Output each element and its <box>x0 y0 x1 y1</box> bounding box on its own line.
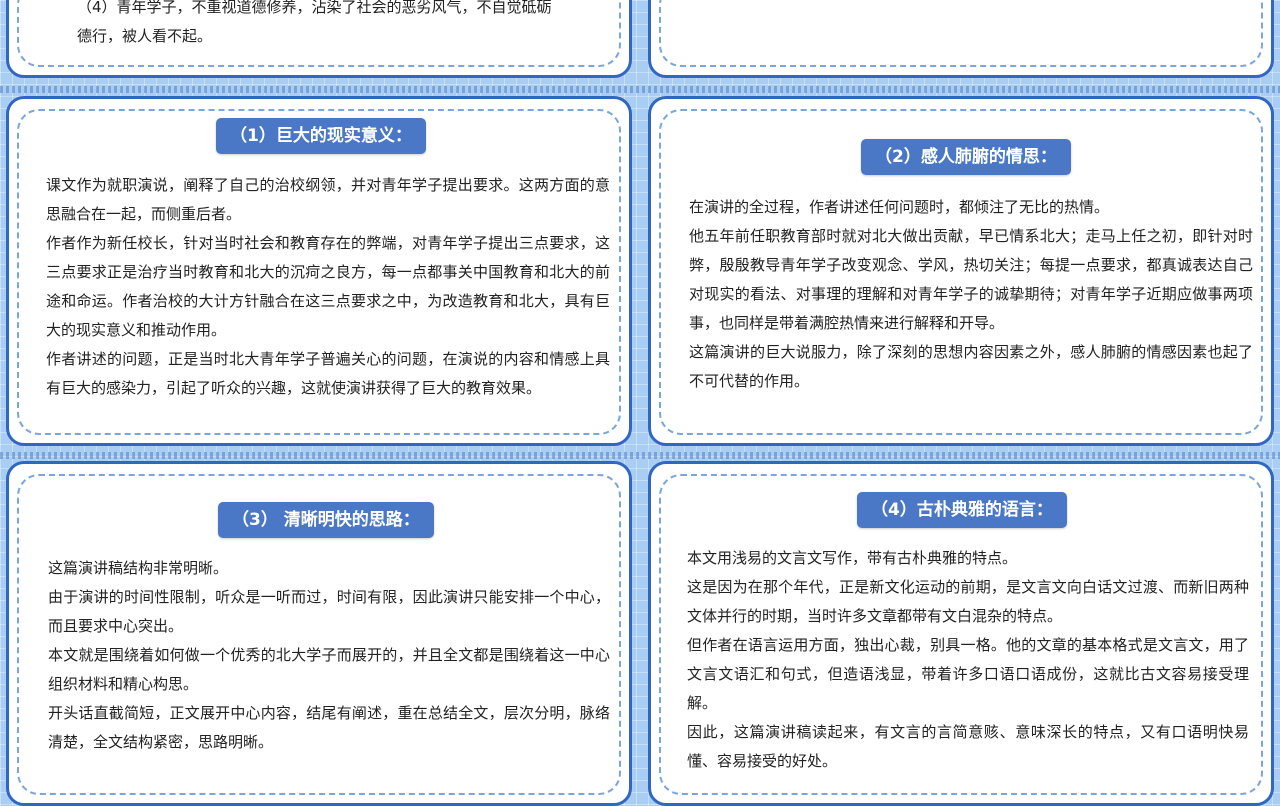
card-title: （2）感人肺腑的情思： <box>861 139 1071 175</box>
paragraph: 本文用浅易的文言文写作，带有古朴典雅的特点。 <box>687 549 1018 567</box>
partial-line: （4）青年学子，不重视道德修养，沾染了社会的恶劣风气，不自觉砥砺 <box>77 0 552 16</box>
paragraph: 他五年前任职教育部时就对北大做出贡献，早已情系北大；走马上任之初，即针对时弊，殷… <box>689 227 1253 332</box>
card-body: 本文用浅易的文言文写作，带有古朴典雅的特点。 这是因为在那个年代，正是新文化运动… <box>687 544 1249 776</box>
paragraph: 由于演讲的时间性限制，听众是一听而过，时间有限，因此演讲只能安排一个中心，而且要… <box>48 588 610 635</box>
paragraph: 这篇演讲稿结构非常明晰。 <box>48 559 229 577</box>
card-body: （4）青年学子，不重视道德修养，沾染了社会的恶劣风气，不自觉砥砺 德行，被人看不… <box>77 0 597 51</box>
paragraph: 在演讲的全过程，作者讲述任何问题时，都倾注了无比的热情。 <box>689 198 1110 216</box>
paragraph: 这是因为在那个年代，正是新文化运动的前期，是文言文向白话文过渡、而新旧两种文体并… <box>687 578 1249 625</box>
paragraph: 本文就是围绕着如何做一个优秀的北大学子而展开的，并且全文都是围绕着这一中心组织材… <box>48 646 610 693</box>
card-title: （3） 清晰明快的思路： <box>218 502 434 538</box>
card-practical-significance: （1）巨大的现实意义： 课文作为就职演说，阐释了自己的治校纲领，并对青年学子提出… <box>6 96 632 446</box>
card-moving-emotion: （2）感人肺腑的情思： 在演讲的全过程，作者讲述任何问题时，都倾注了无比的热情。… <box>648 96 1274 446</box>
paragraph: 作者作为新任校长，针对当时社会和教育存在的弊端，对青年学子提出三点要求，这三点要… <box>46 234 610 339</box>
paragraph: 这篇演讲的巨大说服力，除了深刻的思想内容因素之外，感人肺腑的情感因素也起了不可代… <box>689 343 1253 390</box>
card-title: （4）古朴典雅的语言： <box>857 492 1067 528</box>
partial-line: 德行，被人看不起。 <box>77 27 213 45</box>
card-body: 这篇演讲稿结构非常明晰。 由于演讲的时间性限制，听众是一听而过，时间有限，因此演… <box>48 554 610 757</box>
paragraph: 课文作为就职演说，阐释了自己的治校纲领，并对青年学子提出要求。这两方面的意思融合… <box>46 176 610 223</box>
decor-band <box>0 452 1280 459</box>
card-top-right-partial <box>648 0 1274 78</box>
paragraph: 开头话直截简短，正文展开中心内容，结尾有阐述，重在总结全文，层次分明，脉络清楚，… <box>48 704 610 751</box>
paragraph: 作者讲述的问题，正是当时北大青年学子普遍关心的问题，在演说的内容和情感上具有巨大… <box>46 350 610 397</box>
card-clear-thinking: （3） 清晰明快的思路： 这篇演讲稿结构非常明晰。 由于演讲的时间性限制，听众是… <box>6 461 632 806</box>
card-body: 在演讲的全过程，作者讲述任何问题时，都倾注了无比的热情。 他五年前任职教育部时就… <box>689 193 1253 396</box>
paragraph: 但作者在语言运用方面，独出心裁，别具一格。他的文章的基本格式是文言文，用了文言文… <box>687 636 1249 712</box>
card-body: 课文作为就职演说，阐释了自己的治校纲领，并对青年学子提出要求。这两方面的意思融合… <box>46 171 610 403</box>
card-title: （1）巨大的现实意义： <box>216 118 426 154</box>
paragraph: 因此，这篇演讲稿读起来，有文言的言简意赅、意味深长的特点，又有口语明快易懂、容易… <box>687 723 1249 770</box>
card-top-left-partial: （4）青年学子，不重视道德修养，沾染了社会的恶劣风气，不自觉砥砺 德行，被人看不… <box>6 0 632 78</box>
decor-band <box>0 86 1280 93</box>
card-elegant-language: （4）古朴典雅的语言： 本文用浅易的文言文写作，带有古朴典雅的特点。 这是因为在… <box>648 461 1274 806</box>
card-dashed-border <box>659 0 1263 67</box>
